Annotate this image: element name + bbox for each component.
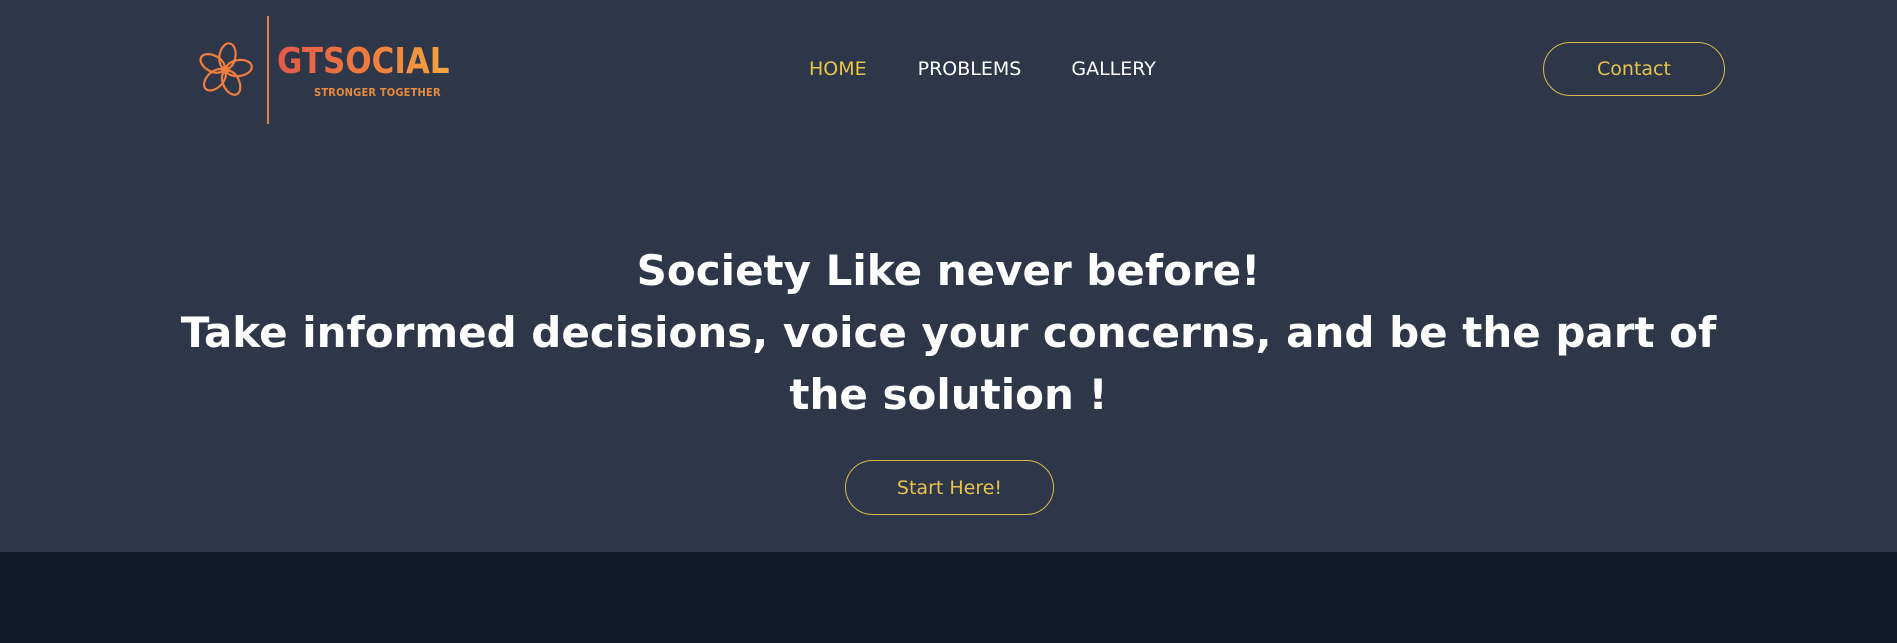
next-section-band bbox=[0, 552, 1897, 643]
hero-headline: Society Like never before! Take informed… bbox=[0, 240, 1897, 426]
contact-button[interactable]: Contact bbox=[1543, 42, 1725, 96]
nav-item-problems[interactable]: PROBLEMS bbox=[918, 55, 1022, 83]
logo-divider bbox=[267, 16, 269, 124]
hero-section: GTSOCIAL STRONGER TOGETHER HOME PROBLEMS… bbox=[0, 0, 1897, 552]
logo-text: GTSOCIAL STRONGER TOGETHER bbox=[277, 40, 478, 99]
brand-logo[interactable]: GTSOCIAL STRONGER TOGETHER bbox=[195, 16, 478, 124]
start-here-button[interactable]: Start Here! bbox=[845, 460, 1054, 515]
hero-line-2: Take informed decisions, voice your conc… bbox=[180, 308, 1717, 357]
main-nav: HOME PROBLEMS GALLERY bbox=[809, 55, 1156, 83]
flower-logo-icon bbox=[199, 42, 253, 96]
brand-tagline: STRONGER TOGETHER bbox=[313, 85, 441, 99]
page: GTSOCIAL STRONGER TOGETHER HOME PROBLEMS… bbox=[0, 0, 1897, 643]
brand-name: GTSOCIAL bbox=[277, 40, 450, 82]
nav-item-home[interactable]: HOME bbox=[809, 55, 867, 83]
hero-line-3: the solution ! bbox=[789, 370, 1108, 419]
hero-line-1: Society Like never before! bbox=[636, 246, 1261, 295]
nav-item-gallery[interactable]: GALLERY bbox=[1071, 55, 1156, 83]
